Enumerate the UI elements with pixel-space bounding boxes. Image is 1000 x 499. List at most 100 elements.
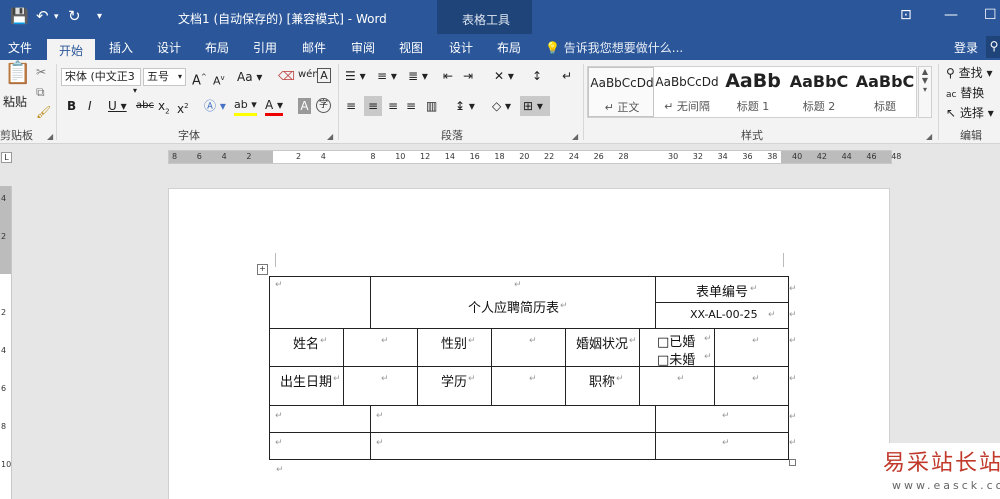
- increase-indent-button[interactable]: ⇥: [463, 68, 473, 84]
- table-move-handle[interactable]: +: [257, 264, 268, 275]
- table-cell[interactable]: ↵: [343, 366, 418, 406]
- table-cell[interactable]: ↵: [639, 366, 715, 406]
- decrease-indent-button[interactable]: ⇤: [443, 68, 453, 84]
- horizontal-ruler[interactable]: 8 6 4 2 2 4 8 10 12 14 16 18 20 22 24 26 28 30 32 34 36 38 40 4…: [168, 150, 901, 164]
- table-cell[interactable]: □已婚 ↵ □未婚 ↵: [639, 328, 715, 368]
- table-cell[interactable]: 出生日期 ↵: [269, 366, 344, 406]
- table-cell[interactable]: ↵: [714, 366, 789, 406]
- text-effects-button[interactable]: Ⓐ ▾: [204, 98, 226, 114]
- tab-review[interactable]: 审阅: [351, 39, 375, 56]
- table-cell[interactable]: ↵: [655, 405, 789, 433]
- italic-button[interactable]: I: [88, 98, 92, 114]
- table-cell[interactable]: ↵ 个人应聘简历表 ↵: [370, 276, 656, 329]
- align-center-button[interactable]: ≡: [364, 96, 382, 116]
- table-cell[interactable]: XX-AL-00-25 ↵: [655, 302, 789, 329]
- shading-button[interactable]: ◇ ▾: [492, 98, 511, 114]
- maximize-icon[interactable]: ☐: [984, 7, 997, 23]
- table-cell[interactable]: 姓名 ↵: [269, 328, 344, 367]
- table-cell[interactable]: 表单编号 ↵: [655, 276, 789, 303]
- change-case-button[interactable]: Aa ▾: [237, 69, 262, 85]
- find-button[interactable]: ⚲ 查找 ▾: [946, 65, 992, 81]
- highlight-button[interactable]: ab ▾: [234, 97, 257, 116]
- copy-icon[interactable]: ⧉: [36, 84, 45, 100]
- table-cell[interactable]: 性别 ↵: [417, 328, 492, 367]
- tab-mailings[interactable]: 邮件: [302, 39, 326, 56]
- tab-file[interactable]: 文件: [8, 39, 32, 56]
- bullets-button[interactable]: ☰ ▾: [345, 68, 366, 84]
- line-spacing-button[interactable]: ↨ ▾: [455, 98, 475, 114]
- style-heading-2[interactable]: AaBbC 标题 2: [786, 67, 852, 117]
- table-cell[interactable]: 职称 ↵: [565, 366, 640, 406]
- table-cell[interactable]: ↵: [370, 405, 656, 433]
- bold-button[interactable]: B: [67, 98, 76, 114]
- font-color-button[interactable]: A ▾: [265, 97, 284, 116]
- married-option[interactable]: □已婚: [657, 331, 695, 350]
- tab-table-design[interactable]: 设计: [449, 39, 473, 56]
- table-cell[interactable]: ↵: [269, 276, 371, 329]
- font-launcher-icon[interactable]: ◢: [327, 132, 333, 141]
- numbering-button[interactable]: ≡ ▾: [377, 68, 397, 84]
- table-cell[interactable]: ↵: [370, 432, 656, 460]
- ribbon-display-icon[interactable]: ⊡: [900, 7, 912, 23]
- distribute-button[interactable]: ▥: [426, 98, 437, 114]
- table-cell[interactable]: ↵: [491, 328, 566, 367]
- justify-button[interactable]: ≡: [406, 98, 416, 114]
- table-cell[interactable]: 学历 ↵: [417, 366, 492, 406]
- undo-icon[interactable]: ↶: [36, 7, 49, 25]
- redo-icon[interactable]: ↻: [68, 7, 81, 25]
- undo-dropdown-icon[interactable]: ▾: [54, 12, 59, 22]
- style-no-spacing[interactable]: AaBbCcDd ↵ 无间隔: [654, 67, 720, 117]
- paragraph-launcher-icon[interactable]: ◢: [572, 132, 578, 141]
- superscript-button[interactable]: x2: [177, 98, 189, 117]
- cut-icon[interactable]: ✂: [36, 64, 46, 80]
- tab-layout[interactable]: 布局: [205, 39, 229, 56]
- phonetic-guide-button[interactable]: wén: [298, 67, 319, 83]
- char-border-button[interactable]: A: [317, 68, 331, 83]
- styles-scroll[interactable]: ▲ ▼ ▾: [918, 66, 932, 118]
- customize-qat-icon[interactable]: ▾: [97, 11, 102, 22]
- sort-button[interactable]: ↕: [532, 68, 542, 84]
- char-shading-button[interactable]: A: [298, 98, 311, 114]
- align-left-button[interactable]: ≡: [346, 98, 356, 114]
- paste-button[interactable]: 粘贴: [3, 94, 27, 110]
- styles-launcher-icon[interactable]: ◢: [926, 132, 932, 141]
- tab-design[interactable]: 设计: [157, 39, 181, 56]
- tab-insert[interactable]: 插入: [109, 39, 133, 56]
- font-size-select[interactable]: 五号 ▾: [143, 68, 186, 86]
- save-icon[interactable]: 💾: [10, 7, 29, 25]
- borders-button[interactable]: ⊞ ▾: [520, 96, 550, 116]
- resume-table[interactable]: ↵ ↵ 个人应聘简历表 ↵ 表单编号 ↵ XX-AL-00-25 ↵ 姓名 ↵ …: [269, 276, 789, 460]
- tab-selector[interactable]: L: [1, 152, 12, 163]
- style-normal[interactable]: AaBbCcDd ↵ 正文: [588, 67, 654, 117]
- enclose-char-button[interactable]: 字: [316, 98, 331, 113]
- vertical-ruler[interactable]: 4 2 2 4 6 8 10: [0, 186, 12, 499]
- style-title[interactable]: AaBbC 标题: [852, 67, 918, 117]
- tell-me-box[interactable]: 💡 告诉我您想要做什么...: [545, 39, 683, 56]
- shrink-font-button[interactable]: Av: [213, 70, 225, 90]
- search-icon[interactable]: ⚲: [986, 36, 1000, 58]
- grow-font-button[interactable]: A^: [192, 69, 207, 89]
- minimize-icon[interactable]: —: [944, 7, 958, 23]
- replace-button[interactable]: ac 替换: [946, 85, 984, 103]
- clipboard-launcher-icon[interactable]: ◢: [47, 132, 53, 141]
- paste-icon[interactable]: 📋: [4, 63, 31, 85]
- table-cell[interactable]: ↵: [491, 366, 566, 406]
- table-cell[interactable]: 婚姻状况 ↵: [565, 328, 640, 367]
- underline-button[interactable]: U ▾: [108, 98, 127, 114]
- chinese-layout-button[interactable]: ✕ ▾: [494, 68, 514, 84]
- font-name-select[interactable]: 宋体 (中文正3 ▾: [61, 68, 141, 95]
- table-cell[interactable]: ↵: [714, 328, 789, 367]
- table-cell[interactable]: ↵: [269, 405, 371, 433]
- tab-table-layout[interactable]: 布局: [497, 39, 521, 56]
- table-cell[interactable]: ↵: [343, 328, 418, 367]
- table-cell[interactable]: ↵: [269, 432, 371, 460]
- style-heading-1[interactable]: AaBb 标题 1: [720, 67, 786, 117]
- login-link[interactable]: 登录: [954, 39, 978, 56]
- subscript-button[interactable]: x2: [158, 98, 170, 119]
- clear-format-icon[interactable]: ⌫: [278, 68, 295, 84]
- show-marks-button[interactable]: ↵: [562, 68, 572, 84]
- align-right-button[interactable]: ≡: [388, 98, 398, 114]
- tab-view[interactable]: 视图: [399, 39, 423, 56]
- table-cell[interactable]: ↵: [655, 432, 789, 460]
- strikethrough-button[interactable]: abc: [136, 98, 154, 114]
